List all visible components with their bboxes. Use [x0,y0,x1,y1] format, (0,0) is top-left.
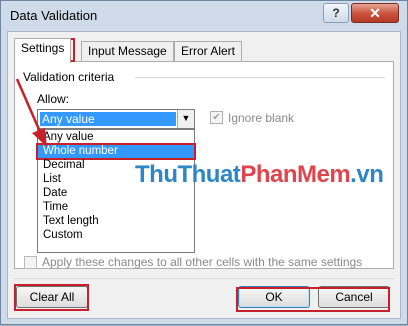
allow-dropdown[interactable]: Any value ▼ [37,109,195,129]
group-divider [135,77,385,78]
watermark-part2: PhanMem [240,161,351,188]
allow-selected-value: Any value [40,112,176,126]
data-validation-dialog: Data Validation ? ✕ Settings Input Messa… [0,0,408,325]
watermark-logo: ThuThuatPhanMem.vn [135,161,384,189]
ignore-blank-label: Ignore blank [228,111,295,125]
checkmark-icon: ✔ [210,111,223,124]
option-text-length[interactable]: Text length [38,215,194,228]
watermark-part3: .vn [350,161,384,188]
option-whole-number[interactable]: Whole number [36,143,196,160]
option-custom[interactable]: Custom [38,229,194,242]
footer-divider [14,278,394,279]
validation-criteria-label: Validation criteria [23,70,115,84]
close-button[interactable]: ✕ [351,3,399,23]
tab-error-alert[interactable]: Error Alert [174,41,243,62]
ok-button[interactable]: OK [238,286,310,308]
option-time[interactable]: Time [38,201,194,214]
checkbox-box [24,256,37,269]
tab-settings[interactable]: Settings [14,38,72,63]
watermark-part1: ThuThuat [135,161,241,188]
apply-all-label: Apply these changes to all other cells w… [42,255,363,269]
window-title: Data Validation [10,8,98,23]
clear-all-button[interactable]: Clear All [16,286,88,308]
option-any-value[interactable]: Any value [38,131,194,144]
chevron-down-icon[interactable]: ▼ [177,110,194,128]
cancel-button[interactable]: Cancel [318,286,390,308]
allow-options-list[interactable]: Any value Whole number Decimal List Date… [36,129,196,253]
help-button[interactable]: ? [323,3,349,23]
allow-label: Allow: [37,92,70,106]
tab-input-message[interactable]: Input Message [81,41,174,62]
title-bar[interactable]: Data Validation ? ✕ [1,1,407,31]
